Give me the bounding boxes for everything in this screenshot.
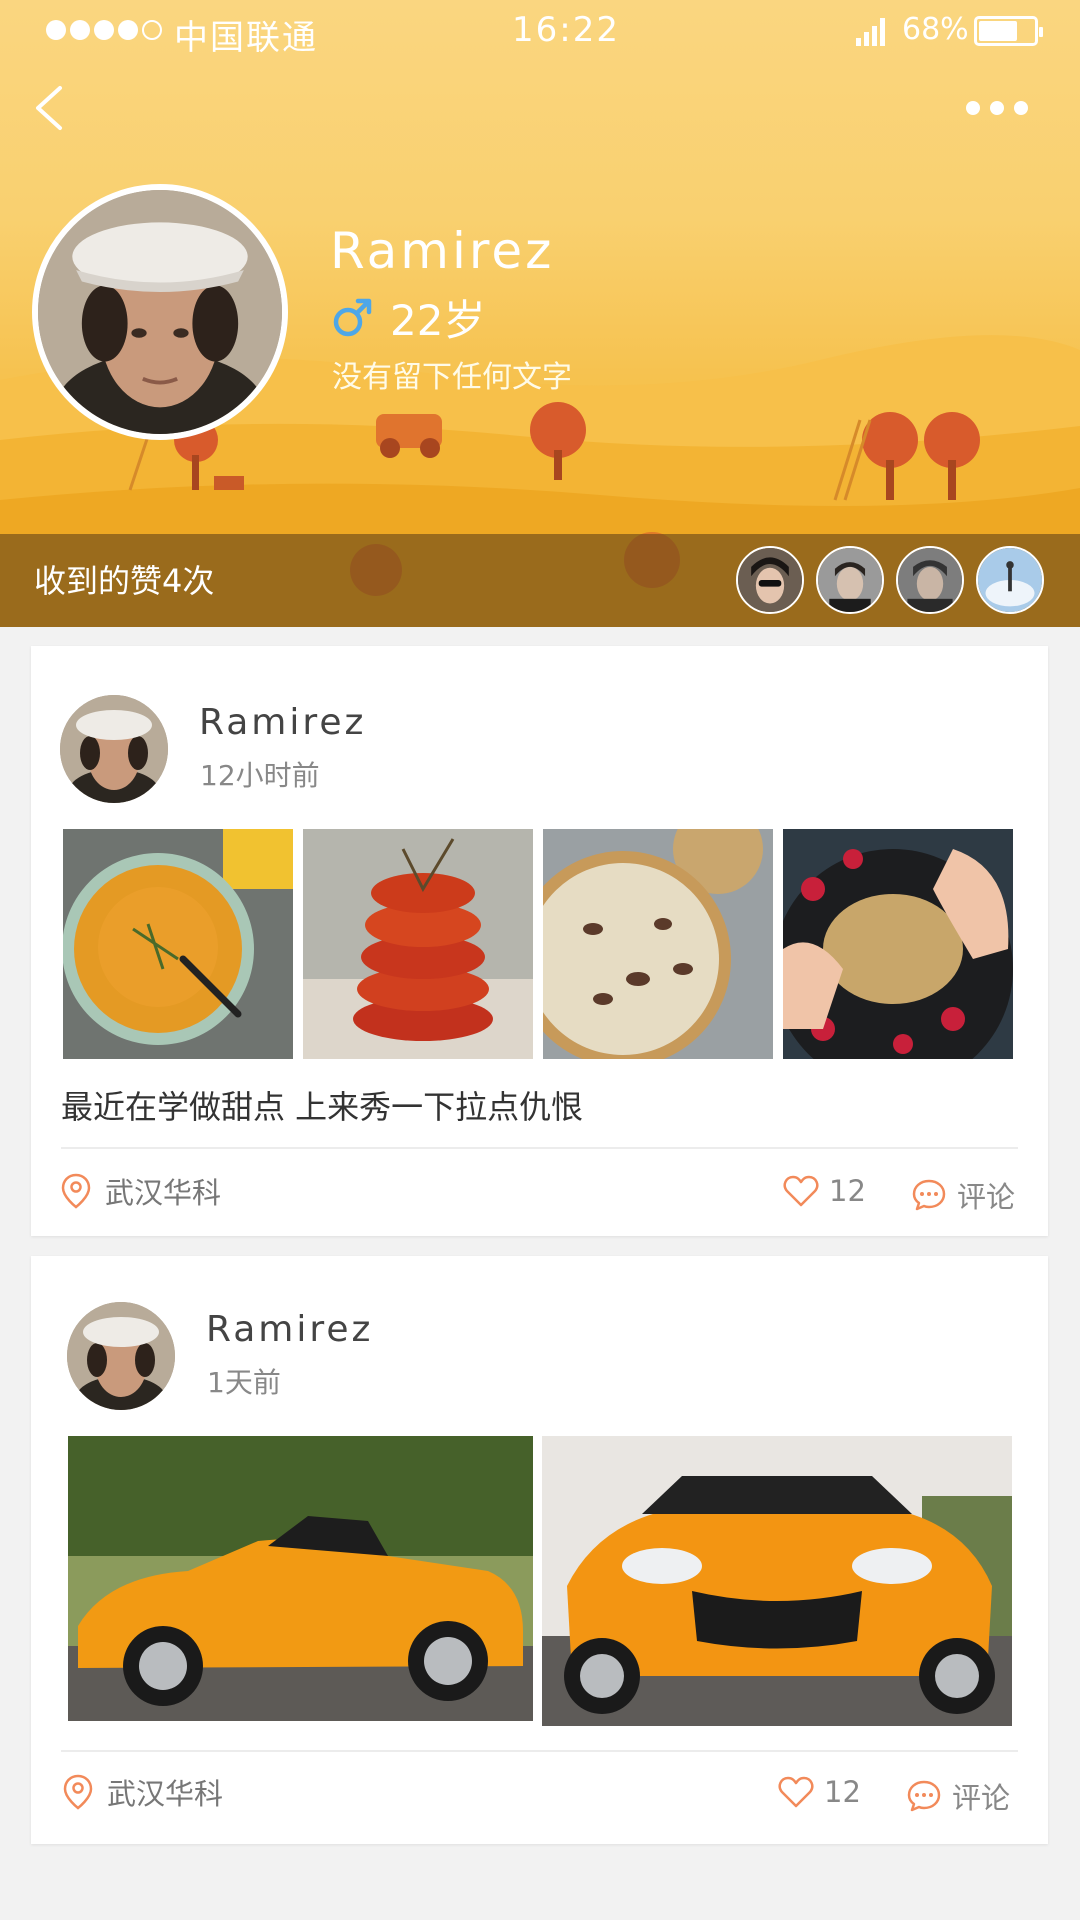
like-count: 12 <box>824 1775 861 1809</box>
liker-avatars <box>736 546 1044 614</box>
battery-percent: 68% <box>902 12 969 47</box>
post-photo[interactable] <box>783 829 1013 1059</box>
liker-avatar[interactable] <box>896 546 964 614</box>
liker-avatar[interactable] <box>976 546 1044 614</box>
liker-avatar[interactable] <box>736 546 804 614</box>
post-author-avatar[interactable] <box>60 695 168 803</box>
liker-avatar[interactable] <box>816 546 884 614</box>
profile-bio: 没有留下任何文字 <box>332 360 572 395</box>
like-button[interactable]: 12 <box>778 1775 861 1809</box>
male-gender-icon <box>333 298 372 337</box>
post-card: Ramirez 12小时前 最近在学做甜点 上来秀一下拉点仇恨 武汉华科 12 … <box>31 646 1048 1236</box>
gender-age-row: 22岁 <box>332 292 485 345</box>
location-text: 武汉华科 <box>105 1176 222 1210</box>
location-pin-icon <box>61 1173 91 1209</box>
comment-label: 评论 <box>952 1781 1011 1815</box>
divider <box>61 1750 1018 1752</box>
post-photo[interactable] <box>63 829 293 1059</box>
carrier-name: 中国联通 <box>174 18 318 58</box>
post-photo[interactable] <box>303 829 533 1059</box>
profile-header: 中国联通 16:22 68% Ramirez 22岁 没有留下任何文字 收到的赞… <box>0 0 1080 627</box>
likes-received-text: 收到的赞4次 <box>34 562 215 600</box>
post-location[interactable]: 武汉华科 <box>63 1771 223 1813</box>
cellular-signal-icon <box>856 18 885 46</box>
likes-bar[interactable]: 收到的赞4次 <box>0 534 1080 627</box>
comment-bubble-icon <box>912 1179 946 1211</box>
divider <box>61 1147 1018 1149</box>
post-photo[interactable] <box>542 1436 1012 1726</box>
post-location[interactable]: 武汉华科 <box>61 1170 221 1212</box>
like-count: 12 <box>829 1174 866 1208</box>
profile-age: 22岁 <box>390 295 486 345</box>
post-photo[interactable] <box>68 1436 533 1721</box>
status-time: 16:22 <box>512 10 620 50</box>
comment-bubble-icon <box>907 1780 941 1812</box>
profile-avatar[interactable] <box>32 184 288 440</box>
like-button[interactable]: 12 <box>783 1174 866 1208</box>
post-photo[interactable] <box>543 829 773 1059</box>
post-author-name[interactable]: Ramirez <box>206 1309 373 1350</box>
battery-icon <box>974 16 1043 46</box>
post-text: 最近在学做甜点 上来秀一下拉点仇恨 <box>61 1088 584 1126</box>
post-time: 1天前 <box>207 1366 281 1399</box>
heart-icon <box>778 1776 814 1808</box>
comment-button[interactable]: 评论 <box>906 1775 1010 1817</box>
post-author-name[interactable]: Ramirez <box>199 702 366 743</box>
signal-strength-dots-icon <box>46 20 162 40</box>
post-card: Ramirez 1天前 武汉华科 12 评论 <box>31 1256 1048 1844</box>
post-time: 12小时前 <box>200 759 320 792</box>
status-bar: 中国联通 16:22 68% <box>0 0 1080 64</box>
post-author-avatar[interactable] <box>67 1302 175 1410</box>
profile-name: Ramirez <box>330 222 555 280</box>
heart-icon <box>783 1175 819 1207</box>
location-pin-icon <box>63 1774 93 1810</box>
location-text: 武汉华科 <box>107 1777 224 1811</box>
comment-label: 评论 <box>957 1180 1016 1214</box>
more-options-icon[interactable] <box>966 90 1046 126</box>
comment-button[interactable]: 评论 <box>911 1174 1015 1216</box>
back-chevron-icon[interactable] <box>26 80 82 136</box>
